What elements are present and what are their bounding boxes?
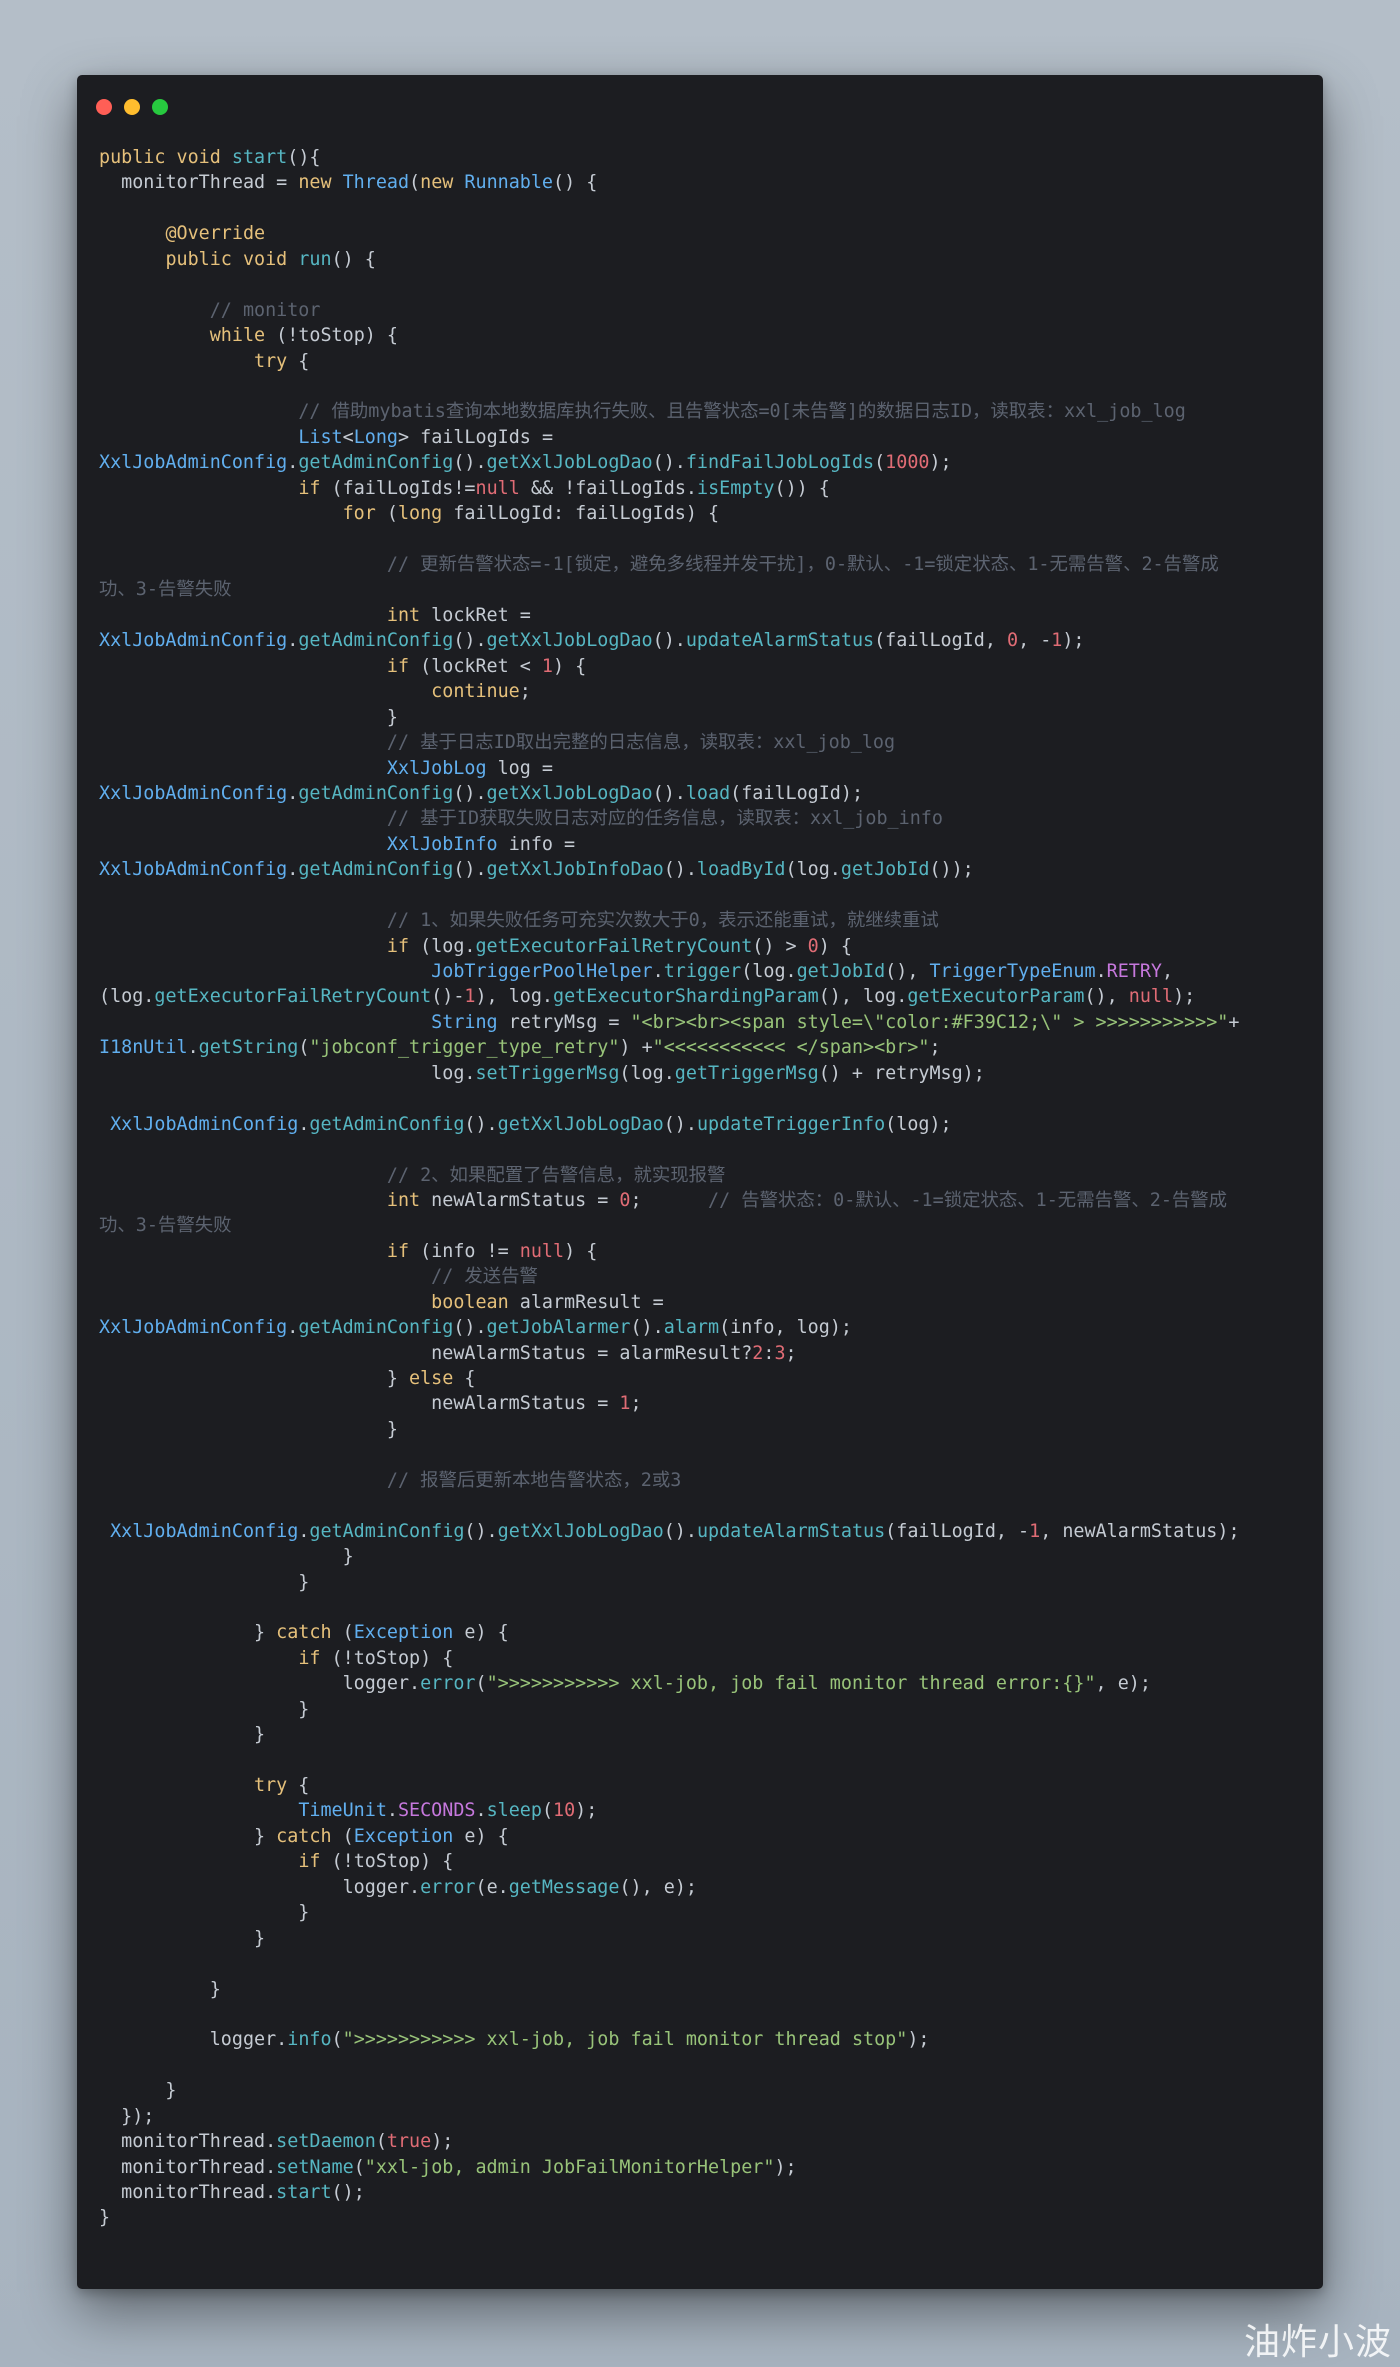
code-line: // 报警后更新本地告警状态，2或3 [386, 1469, 682, 1491]
code-line: monitorThread = new Thread(new Runnable(… [121, 172, 598, 194]
close-button[interactable] [96, 99, 112, 115]
code-line: (log.getExecutorFailRetryCount()-1), log… [99, 986, 1196, 1008]
code-line: XxlJobAdminConfig.getAdminConfig().getXx… [110, 1520, 1240, 1542]
code-block: public void start(){ monitorThread = new… [99, 145, 1314, 2231]
code-line: if (failLogIds!=null && !failLogIds.isEm… [298, 477, 830, 499]
watermark-text: 油炸小波 [1243, 2322, 1392, 2363]
code-line: int newAlarmStatus = 0; // 告警状态：0-默认、-1=… [386, 1189, 1228, 1211]
code-line: if (lockRet < 1) { [386, 655, 587, 677]
code-line: // 借助mybatis查询本地数据库执行失败、且告警状态=0[未告警]的数据日… [298, 401, 1186, 423]
code-line: int lockRet = [386, 604, 531, 626]
code-line: newAlarmStatus = 1; [431, 1393, 642, 1415]
code-line: monitorThread.setDaemon(true); [121, 2131, 454, 2153]
code-line: // 更新告警状态=-1[锁定，避免多线程并发干扰]，0-默认、-1=锁定状态、… [386, 554, 1219, 575]
code-line: XxlJobInfo info = [386, 833, 576, 855]
code-line: } [99, 2080, 177, 2102]
code-line: try { [254, 1775, 310, 1796]
code-line: 功、3-告警失败 [99, 579, 232, 601]
code-line: monitorThread.start(); [121, 2182, 365, 2203]
code-line: // monitor [209, 299, 321, 321]
code-line: @Override [165, 223, 266, 245]
code-line: logger.error(e.getMessage(), e); [342, 1876, 697, 1898]
code-line: continue; [431, 681, 531, 703]
code-line: if (info != null) { [386, 1240, 598, 1262]
code-line: } [99, 1571, 310, 1593]
code-line: XxlJobAdminConfig.getAdminConfig().getXx… [110, 1113, 952, 1135]
code-line: XxlJobAdminConfig.getAdminConfig().getXx… [99, 782, 864, 804]
code-line: } [99, 1546, 354, 1568]
code-line: List<Long> failLogIds = [298, 426, 554, 448]
window-titlebar [77, 75, 1323, 135]
code-line: } catch (Exception e) { [99, 1622, 509, 1644]
code-line: } [99, 1902, 310, 1924]
code-line: newAlarmStatus = alarmResult?2:3; [431, 1342, 797, 1364]
code-line: TimeUnit.SECONDS.sleep(10); [298, 1800, 598, 1822]
code-line: 功、3-告警失败 [99, 1215, 232, 1237]
code-line: String retryMsg = "<br><br><span style=\… [431, 1011, 1240, 1033]
code-line: XxlJobLog log = [386, 757, 553, 779]
code-line: I18nUtil.getString("jobconf_trigger_type… [99, 1037, 941, 1059]
code-line: XxlJobAdminConfig.getAdminConfig().getXx… [99, 630, 1085, 652]
code-line: public void start(){ [99, 147, 321, 168]
code-line: } else { [99, 1368, 476, 1389]
code-line: } [99, 1724, 266, 1746]
code-line: // 2、如果配置了告警信息，就实现报警 [386, 1164, 726, 1186]
code-line: log.setTriggerMsg(log.getTriggerMsg() + … [431, 1062, 985, 1084]
code-line: // 基于日志ID取出完整的日志信息，读取表：xxl_job_log [386, 732, 896, 754]
code-line: if (!toStop) { [298, 1647, 454, 1669]
code-line: monitorThread.setName("xxl-job, admin Jo… [121, 2156, 797, 2178]
code-line: boolean alarmResult = [431, 1291, 664, 1313]
code-line: } [99, 706, 398, 728]
code-line: } [99, 1978, 221, 2000]
code-line: XxlJobAdminConfig.getAdminConfig().getXx… [99, 859, 974, 881]
code-line: JobTriggerPoolHelper.trigger(log.getJobI… [431, 961, 1174, 982]
code-line: } [99, 1927, 266, 1949]
code-window: public void start(){ monitorThread = new… [77, 75, 1323, 2289]
minimize-button[interactable] [124, 99, 140, 115]
code-line: for (long failLogId: failLogIds) { [342, 503, 720, 525]
code-line: logger.error(">>>>>>>>>>> xxl-job, job f… [342, 1673, 1151, 1695]
code-line: // 发送告警 [431, 1266, 538, 1288]
code-line: if (!toStop) { [298, 1851, 454, 1873]
code-line: } catch (Exception e) { [99, 1825, 509, 1847]
code-line: } [99, 2207, 111, 2229]
code-line: XxlJobAdminConfig.getAdminConfig().getXx… [99, 452, 952, 474]
code-line: logger.info(">>>>>>>>>>> xxl-job, job fa… [209, 2029, 930, 2051]
code-line: }); [99, 2105, 155, 2127]
code-line: if (log.getExecutorFailRetryCount() > 0)… [386, 935, 852, 957]
maximize-button[interactable] [152, 99, 168, 115]
code-line: // 基于ID获取失败日志对应的任务信息，读取表：xxl_job_info [386, 808, 943, 830]
code-line: } [99, 1418, 398, 1440]
code-line: while (!toStop) { [209, 325, 398, 347]
code-line: public void run() { [165, 248, 376, 270]
code-line: } [99, 1698, 310, 1720]
code-line: XxlJobAdminConfig.getAdminConfig().getJo… [99, 1317, 852, 1339]
code-line: // 1、如果失败任务可充实次数大于0，表示还能重试，就继续重试 [386, 910, 939, 932]
code-line: try { [254, 350, 310, 372]
